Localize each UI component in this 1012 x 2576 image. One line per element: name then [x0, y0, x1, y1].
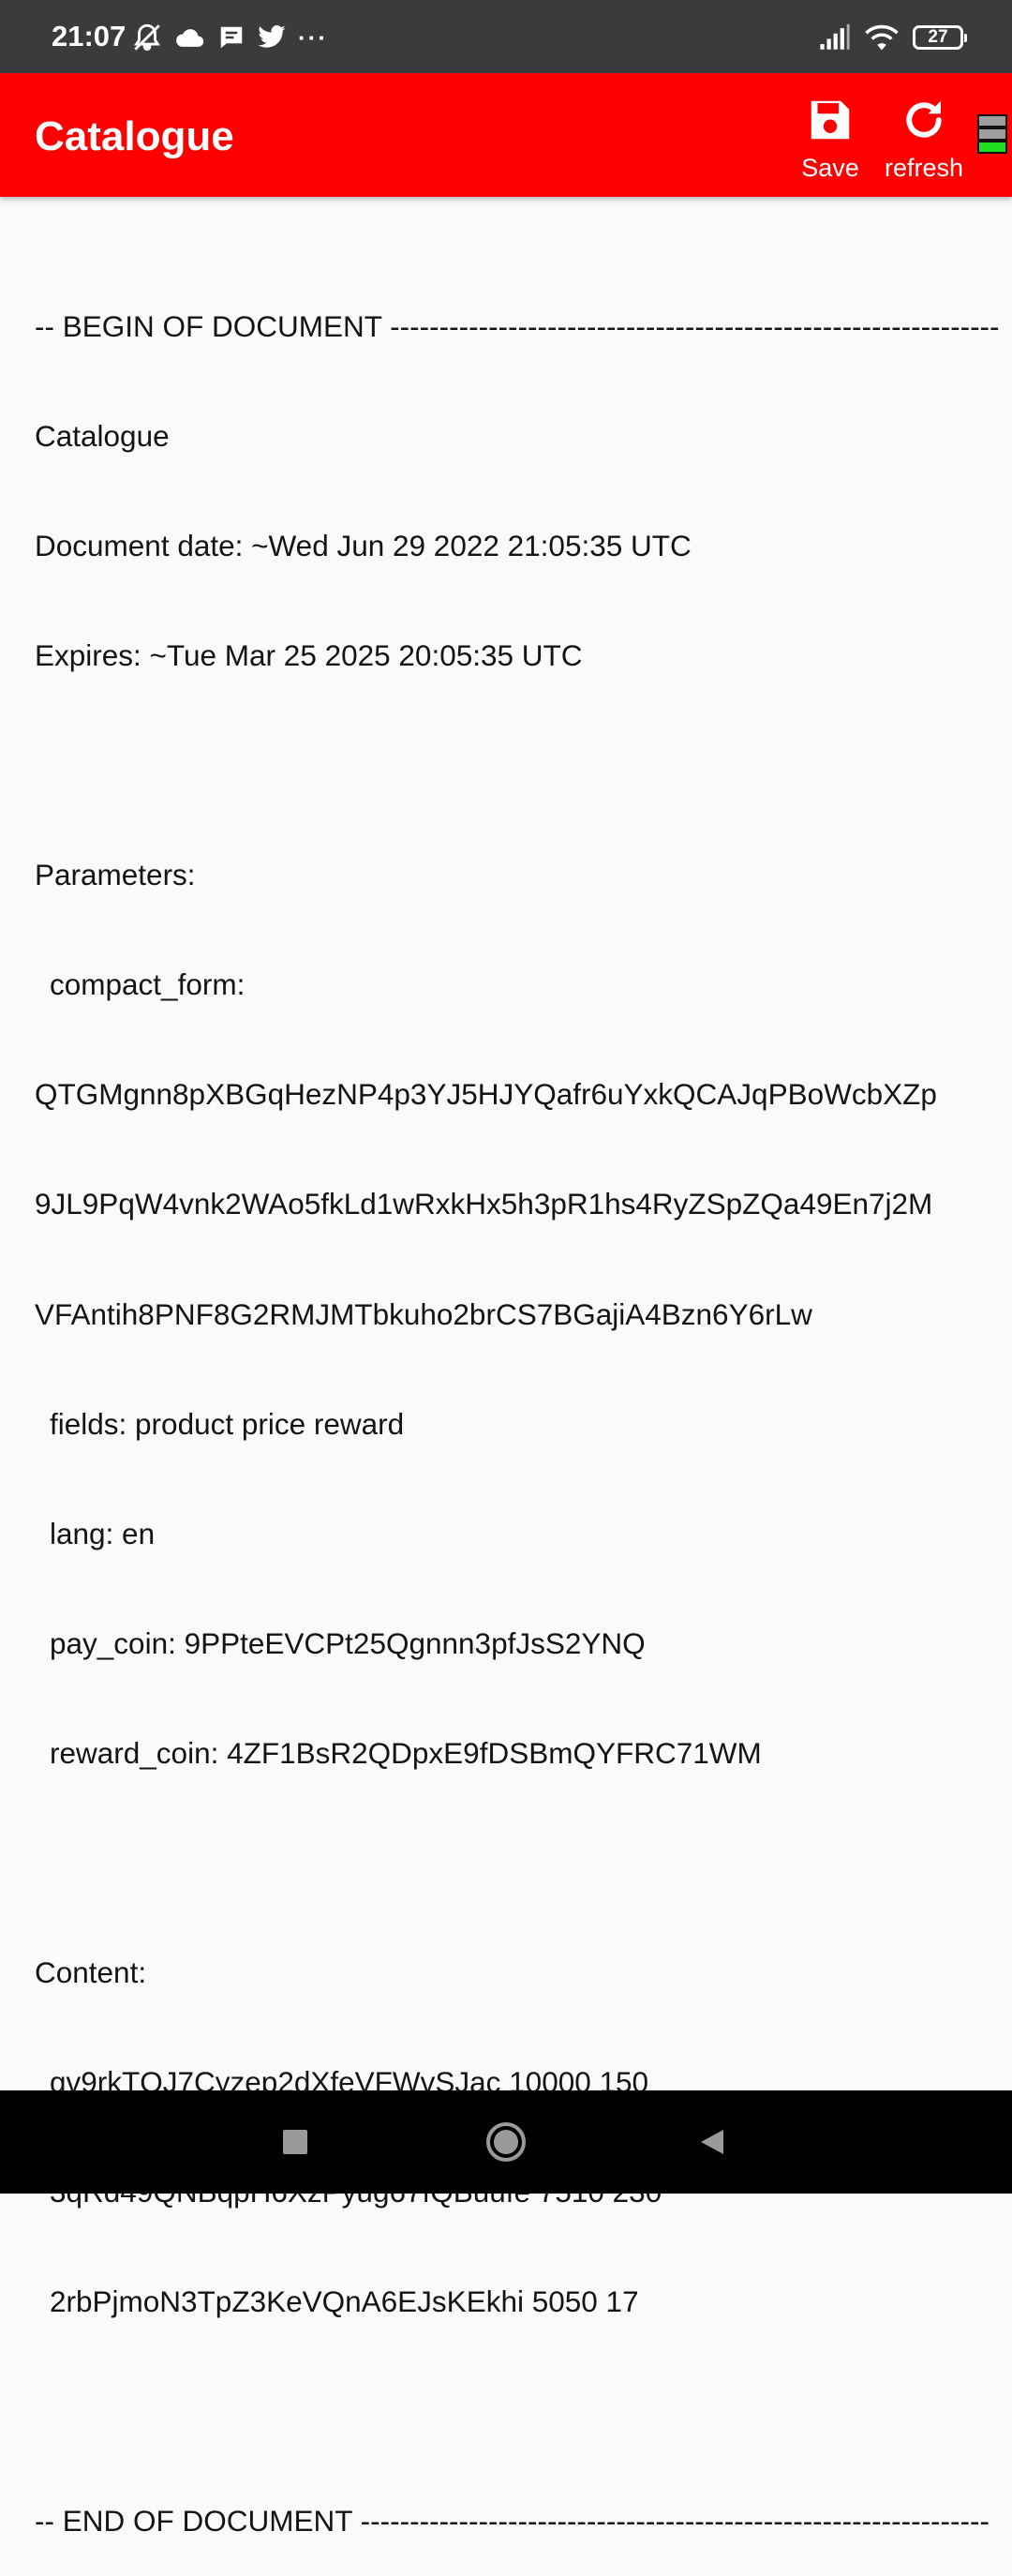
document-text: -- BEGIN OF DOCUMENT -------------------…: [35, 235, 1000, 2576]
indicator-bar: [979, 116, 1005, 126]
indicator-bar: [979, 142, 1005, 152]
twitter-icon: [257, 24, 287, 51]
save-icon: [779, 92, 882, 148]
indicator-bar: [979, 129, 1005, 139]
compact-form-line: 9JL9PqW4vnk2WAo5fkLd1wRxkHx5h3pR1hs4RyZS…: [35, 1187, 933, 1221]
cloud-icon: [174, 23, 206, 52]
lang-param: lang: en: [50, 1517, 156, 1550]
recents-icon: [283, 2130, 307, 2154]
message-icon: [217, 23, 246, 52]
home-button[interactable]: [483, 2119, 529, 2165]
status-bar: 21:07 ··· 27: [0, 0, 1012, 73]
fields-param: fields: product price reward: [50, 1407, 405, 1441]
document-date: Document date: ~Wed Jun 29 2022 21:05:35…: [35, 529, 692, 562]
home-icon: [486, 2122, 526, 2162]
back-icon: [701, 2130, 723, 2154]
content-row: 2rbPjmoN3TpZ3KeVQnA6EJsKEkhi 5050 17: [50, 2284, 639, 2318]
signal-icon: [819, 23, 851, 52]
reward-coin-param: reward_coin: 4ZF1BsR2QDpxE9fDSBmQYFRC71W…: [50, 1736, 762, 1770]
document-end-line: -- END OF DOCUMENT ---------------------…: [35, 2504, 990, 2538]
save-label: Save: [801, 154, 859, 182]
refresh-icon: [872, 92, 975, 148]
content-header: Content:: [35, 1955, 147, 1989]
refresh-button[interactable]: refresh: [872, 92, 975, 189]
parameters-header: Parameters:: [35, 858, 196, 891]
refresh-label: refresh: [884, 154, 964, 182]
mute-icon: [131, 22, 163, 53]
navigation-bar: [0, 2090, 1012, 2194]
save-button[interactable]: Save: [779, 92, 882, 189]
battery-icon: 27: [913, 25, 967, 50]
system-icons: 27: [819, 19, 967, 56]
document-name: Catalogue: [35, 419, 170, 453]
wifi-icon: [864, 23, 900, 52]
status-indicator-icon[interactable]: [977, 114, 1007, 154]
more-dots-icon: ···: [298, 22, 328, 52]
document-begin-line: -- BEGIN OF DOCUMENT -------------------…: [35, 309, 1000, 343]
pay-coin-param: pay_coin: 9PPteEVCPt25Qgnnn3pfJsS2YNQ: [50, 1626, 646, 1660]
page-title: Catalogue: [35, 113, 234, 159]
compact-form-line: QTGMgnn8pXBGqHezNP4p3YJ5HJYQafr6uYxkQCAJ…: [35, 1077, 937, 1111]
compact-form-line: VFAntih8PNF8G2RMJMTbkuho2brCS7BGajiA4Bzn…: [35, 1297, 812, 1331]
recents-button[interactable]: [272, 2119, 319, 2165]
notification-icons: ···: [131, 21, 328, 54]
back-button[interactable]: [689, 2119, 736, 2165]
compact-form-label: compact_form:: [50, 967, 246, 1001]
document-expires: Expires: ~Tue Mar 25 2025 20:05:35 UTC: [35, 638, 583, 672]
status-time: 21:07: [52, 20, 126, 52]
app-bar: Catalogue Save refresh: [0, 73, 1012, 197]
